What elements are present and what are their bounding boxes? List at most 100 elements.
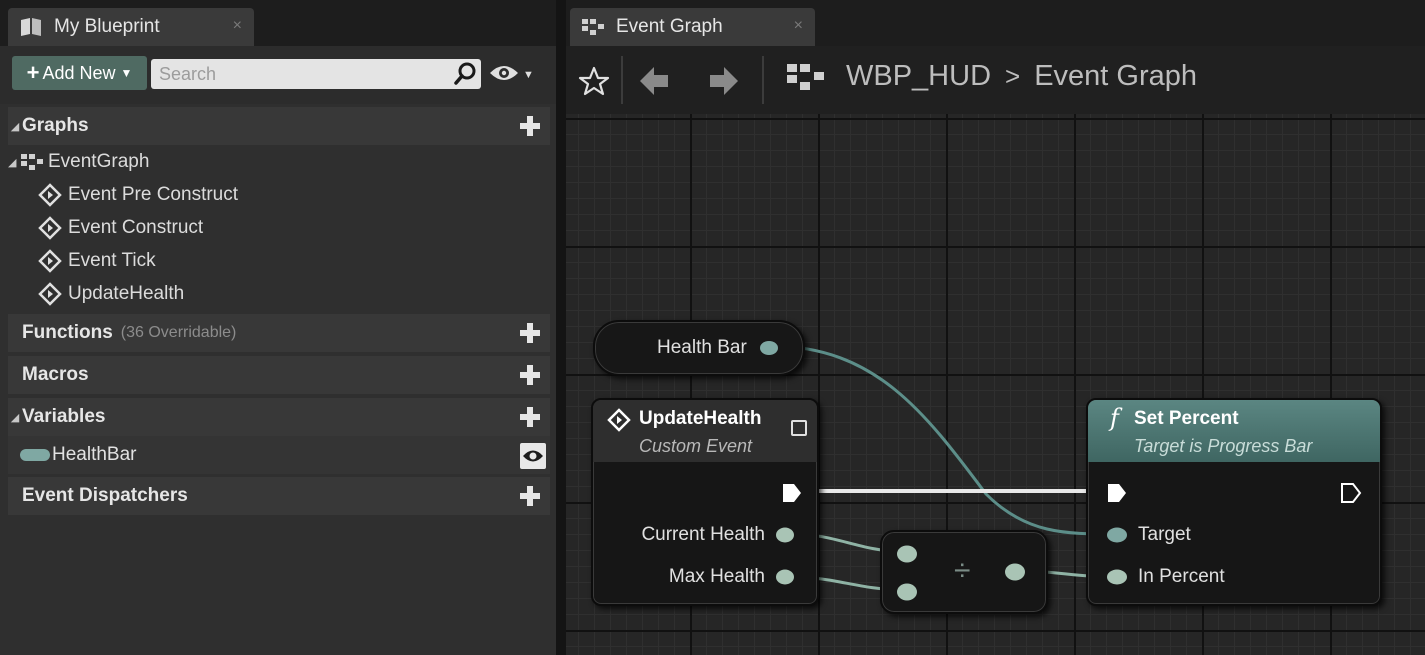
object-pin-icon[interactable]	[1106, 526, 1128, 549]
forward-arrow-icon[interactable]	[706, 64, 740, 103]
category-label: Event Dispatchers	[22, 485, 188, 506]
variable-row-healthbar[interactable]: HealthBar	[8, 436, 550, 474]
expand-arrow-icon[interactable]: ◢	[8, 411, 22, 424]
overridable-count: (36 Overridable)	[120, 324, 237, 341]
back-arrow-icon[interactable]	[638, 64, 672, 103]
book-icon	[18, 16, 44, 38]
category-label: Macros	[22, 364, 89, 385]
search-input[interactable]	[151, 59, 441, 89]
category-label: Variables	[22, 406, 106, 427]
tree-item-event-pre-construct[interactable]: Event Pre Construct	[38, 179, 238, 211]
eye-icon	[489, 63, 519, 88]
variable-type-pill-icon	[20, 449, 50, 461]
exec-out-pin-icon[interactable]	[781, 482, 803, 509]
wire-healthbar-to-target	[770, 344, 1115, 536]
graph-tab-strip: Event Graph ×	[566, 0, 1425, 46]
blueprint-toolbar: + Add New ▼ ▼	[0, 46, 556, 104]
output-label-max-health: Max Health	[668, 566, 765, 587]
function-icon: f	[1110, 404, 1119, 432]
tree-item-eventgraph[interactable]: ◢ EventGraph	[8, 146, 149, 178]
exec-out-pin-icon[interactable]	[1340, 482, 1362, 509]
tree-item-update-health[interactable]: UpdateHealth	[38, 278, 184, 310]
getter-label: Health Bar	[657, 337, 747, 358]
object-pin-icon[interactable]	[759, 339, 781, 362]
view-options-dropdown[interactable]: ▼	[489, 63, 541, 87]
node-health-bar-getter[interactable]: Health Bar	[593, 320, 805, 376]
breadcrumb-separator: >	[1005, 61, 1021, 91]
float-pin-icon[interactable]	[896, 582, 918, 607]
left-tab-strip: My Blueprint ×	[0, 0, 556, 46]
breadcrumb-graph[interactable]: Event Graph	[1034, 60, 1197, 93]
float-pin-icon[interactable]	[1004, 562, 1026, 587]
graph-canvas[interactable]: Health Bar UpdateHealth Custom Event Cur…	[566, 114, 1425, 655]
toolbar-divider	[762, 56, 764, 104]
category-variables[interactable]: ◢ Variables	[8, 398, 550, 436]
plus-icon: +	[26, 60, 40, 85]
tab-event-graph[interactable]: Event Graph ×	[570, 8, 815, 46]
plus-icon	[520, 486, 540, 506]
add-new-button[interactable]: + Add New ▼	[12, 56, 147, 90]
search-icon[interactable]	[453, 62, 477, 91]
category-event-dispatchers[interactable]: Event Dispatchers	[8, 477, 550, 515]
tree-item-label: UpdateHealth	[68, 283, 185, 304]
event-diamond-icon	[38, 282, 62, 306]
event-diamond-icon	[38, 249, 62, 273]
float-pin-icon[interactable]	[775, 568, 797, 591]
node-set-percent[interactable]: f Set Percent Target is Progress Bar Tar…	[1086, 398, 1382, 606]
exec-in-pin-icon[interactable]	[1106, 482, 1128, 509]
star-icon[interactable]	[578, 66, 610, 101]
category-label: Functions	[22, 322, 113, 343]
tree-item-label: Event Construct	[68, 217, 204, 238]
float-pin-icon[interactable]	[896, 544, 918, 569]
float-pin-icon[interactable]	[1106, 568, 1128, 591]
node-update-health-event[interactable]: UpdateHealth Custom Event Current Health…	[591, 398, 819, 606]
delegate-pin-icon[interactable]	[791, 420, 807, 436]
category-functions[interactable]: Functions (36 Overridable)	[8, 314, 550, 352]
breadcrumb-blueprint[interactable]: WBP_HUD	[846, 60, 991, 93]
event-graph-icon	[786, 62, 826, 92]
tab-my-blueprint[interactable]: My Blueprint ×	[8, 8, 254, 46]
add-macro-button[interactable]	[518, 363, 542, 387]
category-macros[interactable]: Macros	[8, 356, 550, 394]
panel-splitter[interactable]	[556, 0, 566, 655]
add-graph-button[interactable]	[518, 114, 542, 138]
search-box	[151, 59, 481, 89]
tree-item-event-construct[interactable]: Event Construct	[38, 212, 203, 244]
plus-icon	[520, 116, 540, 136]
category-label: Graphs	[22, 115, 89, 136]
node-divide[interactable]: ÷	[880, 530, 1048, 614]
plus-icon	[520, 365, 540, 385]
divide-symbol: ÷	[954, 554, 971, 587]
add-event-dispatcher-button[interactable]	[518, 484, 542, 508]
tree-item-label: EventGraph	[48, 151, 150, 172]
event-graph-icon	[580, 16, 606, 38]
tab-close-icon[interactable]: ×	[233, 17, 242, 35]
tab-label: Event Graph	[616, 16, 723, 37]
tab-close-icon[interactable]: ×	[794, 17, 803, 35]
node-subtitle: Target is Progress Bar	[1134, 436, 1313, 456]
plus-icon	[520, 407, 540, 427]
expand-arrow-icon[interactable]: ◢	[8, 120, 22, 133]
event-diamond-icon	[607, 408, 631, 437]
expand-arrow-icon[interactable]: ◢	[8, 156, 20, 169]
plus-icon	[520, 323, 540, 343]
event-diamond-icon	[38, 216, 62, 240]
add-new-label: Add New	[42, 62, 116, 83]
toolbar-divider	[621, 56, 623, 104]
breadcrumb: WBP_HUD > Event Graph	[786, 60, 1197, 93]
visibility-toggle-button[interactable]	[520, 443, 546, 469]
chevron-down-icon: ▼	[523, 69, 534, 81]
node-title: UpdateHealth	[639, 408, 762, 429]
graph-toolbar: WBP_HUD > Event Graph	[566, 46, 1425, 114]
tree-item-label: Event Pre Construct	[68, 184, 239, 205]
eye-icon	[523, 450, 543, 462]
output-label-current-health: Current Health	[641, 524, 765, 545]
event-diamond-icon	[38, 183, 62, 207]
my-blueprint-panel: My Blueprint × + Add New ▼ ▼ ◢ Graphs	[0, 0, 556, 655]
category-graphs[interactable]: ◢ Graphs	[8, 107, 550, 145]
add-function-button[interactable]	[518, 321, 542, 345]
float-pin-icon[interactable]	[775, 526, 797, 549]
add-variable-button[interactable]	[518, 405, 542, 429]
tree-item-event-tick[interactable]: Event Tick	[38, 245, 156, 277]
input-label-target: Target	[1138, 524, 1191, 545]
